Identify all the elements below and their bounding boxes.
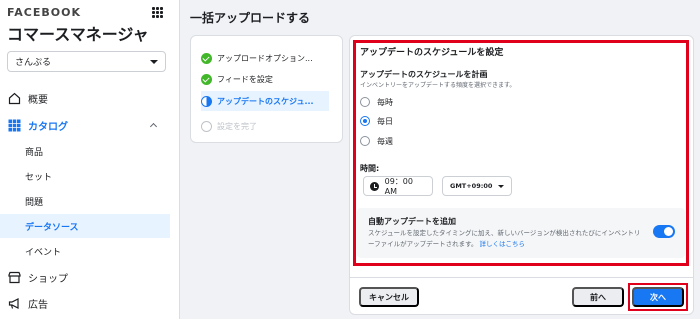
step-label: 設定を完了 xyxy=(217,121,257,131)
app-title: コマースマネージャ xyxy=(7,25,149,44)
account-name: さんぷる xyxy=(15,58,52,68)
nav-shop[interactable]: ショップ xyxy=(0,265,170,289)
home-icon xyxy=(7,91,21,105)
megaphone-icon xyxy=(7,296,21,310)
step-label: アップデートのスケジュ... xyxy=(217,96,314,106)
footer-divider xyxy=(350,277,693,278)
step-label: フィードを設定 xyxy=(217,74,273,84)
empty-circle-icon xyxy=(201,120,212,132)
check-circle-icon xyxy=(201,73,212,85)
nav-overview[interactable]: 概要 xyxy=(0,86,170,110)
nav-ads-label: 広告 xyxy=(28,299,48,311)
nav-shop-label: ショップ xyxy=(28,273,68,285)
shop-icon xyxy=(7,270,21,284)
step-complete[interactable]: 設定を完了 xyxy=(201,116,329,136)
highlight-box-next xyxy=(628,283,688,311)
prev-button[interactable]: 前へ xyxy=(572,287,624,307)
nav-events[interactable]: イベント xyxy=(0,239,170,263)
cancel-button[interactable]: キャンセル xyxy=(359,287,419,307)
nav-catalog-label: カタログ xyxy=(28,121,68,133)
catalog-grid-icon xyxy=(7,118,21,132)
step-feed-settings[interactable]: フィードを設定 xyxy=(201,69,329,89)
half-circle-icon xyxy=(201,95,212,107)
highlight-box-schedule xyxy=(353,40,689,266)
check-circle-icon xyxy=(201,52,212,64)
nav-products[interactable]: 商品 xyxy=(0,139,170,163)
page-title: 一括アップロードする xyxy=(190,11,311,25)
apps-grid-icon[interactable] xyxy=(152,7,163,18)
nav-sets[interactable]: セット xyxy=(0,164,170,188)
nav-issues[interactable]: 問題 xyxy=(0,189,170,213)
step-label: アップロードオプション... xyxy=(217,53,313,63)
brand-logo: FACEBOOK xyxy=(7,6,81,19)
account-selector[interactable]: さんぷる xyxy=(7,51,166,72)
step-schedule[interactable]: アップデートのスケジュ... xyxy=(201,91,329,111)
chevron-up-icon xyxy=(149,122,158,131)
step-upload-options[interactable]: アップロードオプション... xyxy=(201,48,329,68)
nav-overview-label: 概要 xyxy=(28,94,48,106)
nav-data-sources[interactable]: データソース xyxy=(0,214,170,238)
caret-down-icon xyxy=(150,59,158,64)
nav-ads[interactable]: 広告 xyxy=(0,291,170,315)
nav-catalog[interactable]: カタログ xyxy=(0,113,170,137)
sidebar: FACEBOOK コマースマネージャ さんぷる 概要 カタログ 商品 セット 問… xyxy=(0,0,180,319)
